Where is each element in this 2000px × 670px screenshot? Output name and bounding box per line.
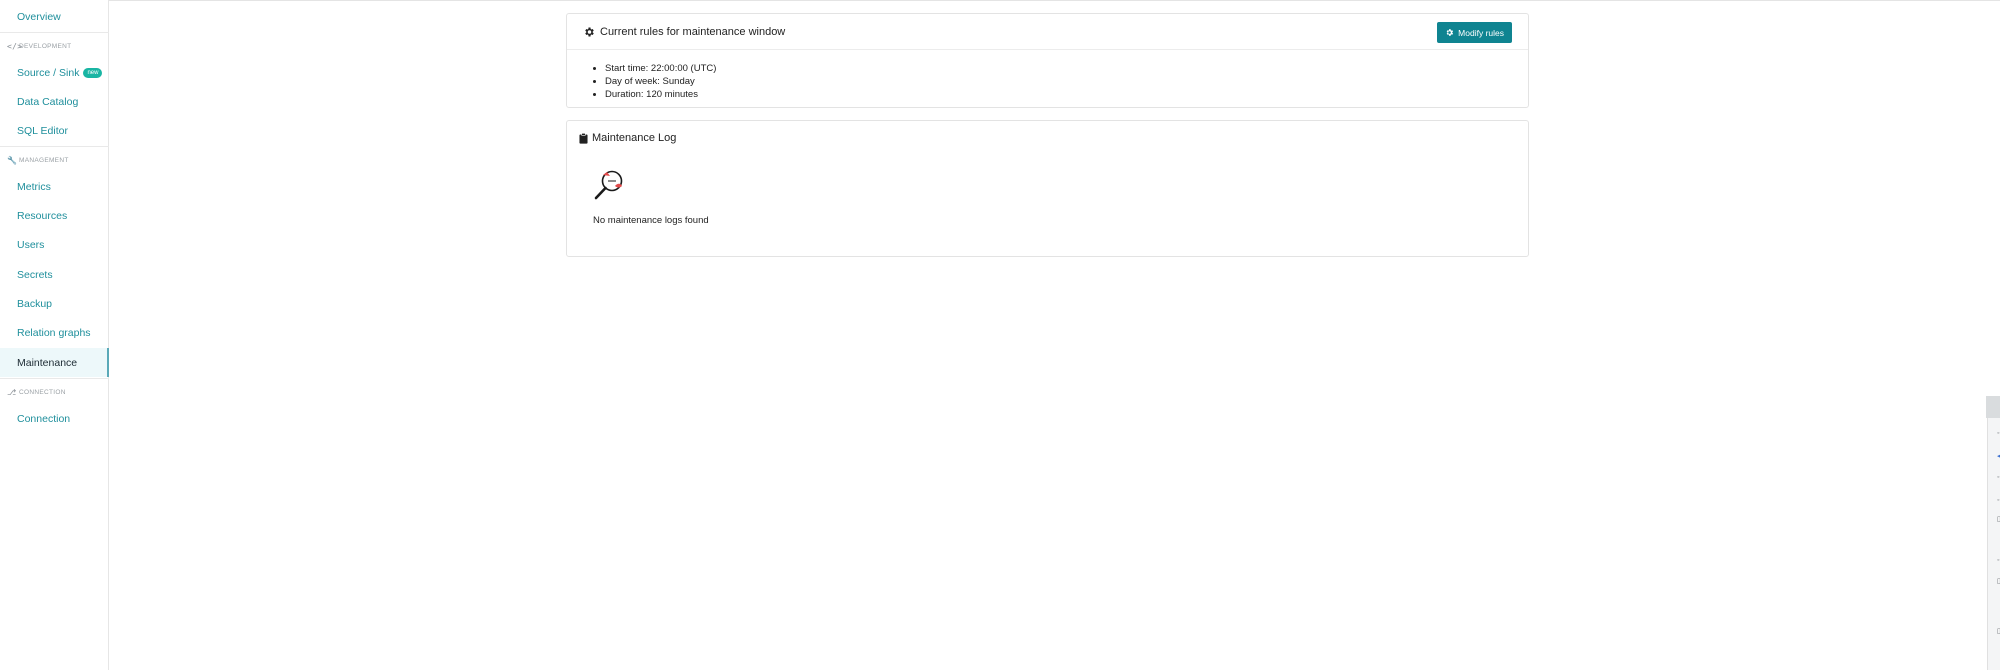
sidebar-item-label: Resources: [17, 209, 68, 222]
sidebar-item-users[interactable]: Users: [0, 230, 109, 259]
sidebar-item-overview[interactable]: Overview: [0, 2, 109, 31]
wrench-icon: 🔧: [7, 155, 18, 165]
top-divider: [109, 0, 2000, 1]
section-label: DEVELOPMENT: [19, 42, 72, 50]
maintenance-log-card: Maintenance Log No maintenance logs foun…: [566, 120, 1529, 257]
code-icon: </>: [7, 41, 23, 51]
sidebar-item-label: Maintenance: [17, 356, 78, 369]
panel-fragment: ◦: [1997, 497, 2000, 504]
sidebar-item-label: Overview: [17, 10, 61, 23]
sidebar-item-resources[interactable]: Resources: [0, 201, 109, 230]
modify-rules-button[interactable]: Modify rules: [1437, 22, 1512, 43]
log-card-title: Maintenance Log: [592, 132, 677, 144]
section-label: CONNECTION: [19, 388, 66, 396]
side-panel-toggle[interactable]: [1986, 396, 2000, 418]
rule-day-of-week: Day of week: Sunday: [605, 75, 716, 88]
log-card-header: Maintenance Log: [579, 132, 676, 144]
sidebar-item-label: Metrics: [17, 180, 51, 193]
sidebar-item-label: Backup: [17, 297, 53, 310]
rule-duration: Duration: 120 minutes: [605, 88, 716, 101]
rules-card-header: Current rules for maintenance window Mod…: [567, 14, 1528, 50]
rules-list: Start time: 22:00:00 (UTC) Day of week: …: [605, 62, 716, 101]
sidebar-item-label: Source / Sink: [17, 66, 80, 79]
panel-fragment: ◦: [1997, 430, 2000, 437]
sidebar-item-label: Relation graphs: [17, 326, 91, 339]
sidebar-item-data-catalog[interactable]: Data Catalog: [0, 87, 109, 116]
section-header-connection: ⎇ CONNECTION: [0, 378, 109, 405]
sidebar-item-label: SQL Editor: [17, 124, 68, 137]
sidebar-item-label: Users: [17, 238, 45, 251]
rule-start-time: Start time: 22:00:00 (UTC): [605, 62, 716, 75]
modify-rules-label: Modify rules: [1458, 27, 1504, 38]
sidebar-item-label: Data Catalog: [17, 95, 79, 108]
sidebar-item-sql-editor[interactable]: SQL Editor: [0, 116, 109, 145]
branch-icon: ⎇: [7, 387, 17, 397]
sidebar-item-connection[interactable]: Connection: [0, 404, 109, 433]
panel-fragment: ◦: [1997, 557, 2000, 564]
sidebar-item-relation-graphs[interactable]: Relation graphs: [0, 318, 109, 347]
magnifier-empty-icon: [594, 170, 623, 200]
section-header-development: </> DEVELOPMENT: [0, 32, 109, 59]
gear-icon: [585, 27, 594, 36]
section-label: MANAGEMENT: [19, 156, 69, 164]
sidebar-item-maintenance[interactable]: Maintenance: [0, 348, 109, 377]
sidebar-item-metrics[interactable]: Metrics: [0, 172, 109, 201]
new-badge: new: [83, 67, 103, 78]
rules-card-title: Current rules for maintenance window: [600, 25, 786, 38]
section-header-management: 🔧 MANAGEMENT: [0, 146, 109, 173]
gear-icon: [1446, 29, 1454, 36]
sidebar-item-label: Connection: [17, 412, 71, 425]
empty-log-message: No maintenance logs found: [593, 215, 709, 226]
sidebar-item-label: Secrets: [17, 268, 53, 281]
clipboard-icon: [579, 132, 588, 144]
panel-fragment: ◦: [1997, 474, 2000, 481]
sidebar-item-secrets[interactable]: Secrets: [0, 260, 109, 289]
sidebar-item-backup[interactable]: Backup: [0, 289, 109, 318]
maintenance-rules-card: Current rules for maintenance window Mod…: [566, 13, 1529, 108]
sidebar: Overview </> DEVELOPMENT Source / Sink n…: [0, 0, 109, 670]
sidebar-item-source-sink[interactable]: Source / Sink new: [0, 58, 109, 87]
